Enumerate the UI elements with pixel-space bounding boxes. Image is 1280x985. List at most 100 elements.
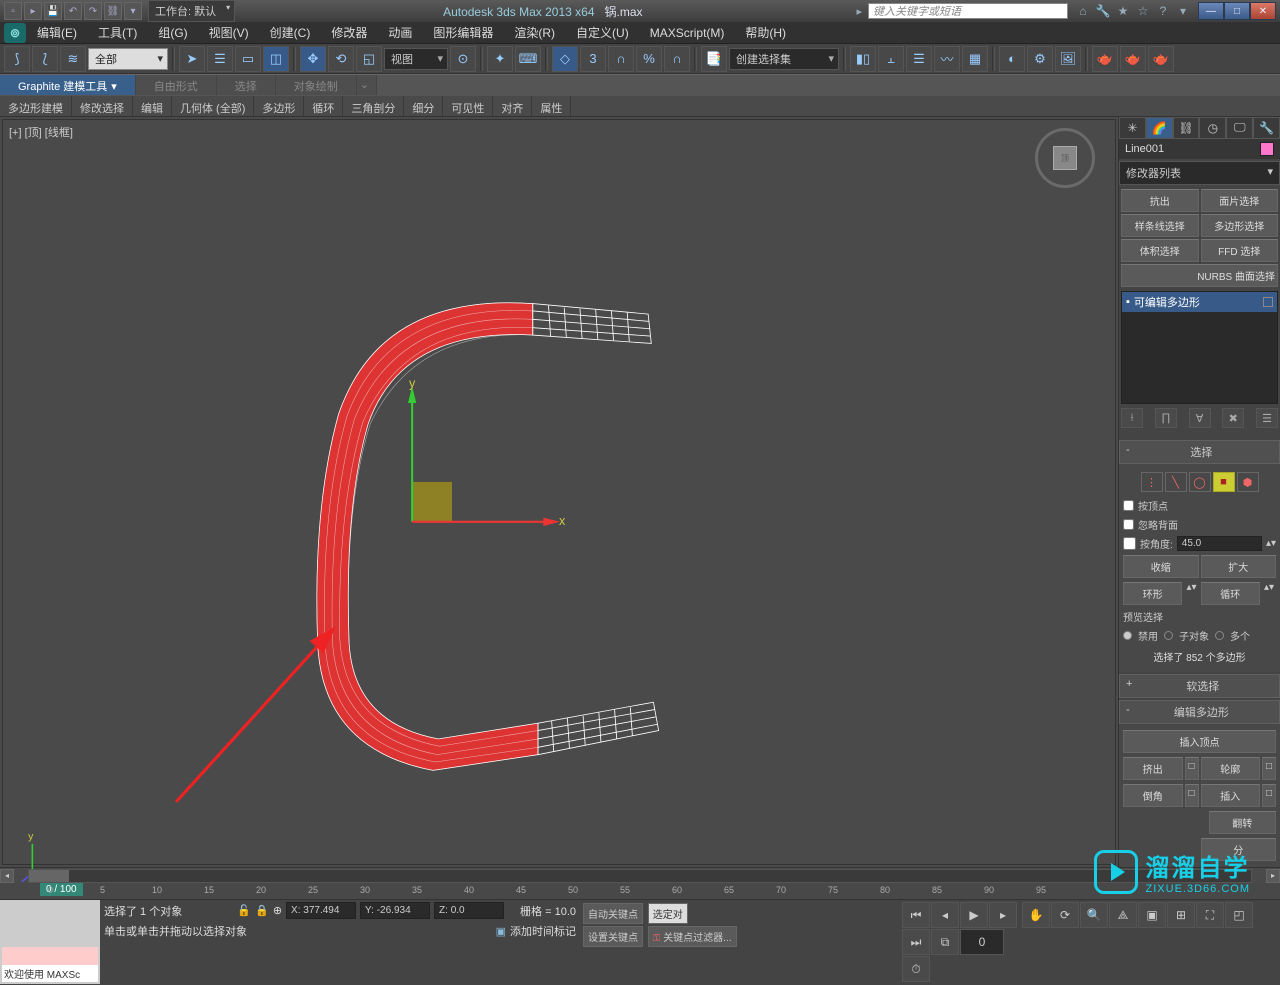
configure-sets-icon[interactable]: ☰	[1256, 408, 1278, 428]
unlink-icon[interactable]: ⟅	[32, 46, 58, 72]
panel-poly-model[interactable]: 多边形建模	[0, 96, 72, 116]
minimize-button[interactable]: —	[1198, 2, 1224, 20]
btn-face-select[interactable]: 面片选择	[1201, 189, 1279, 212]
maximize-button[interactable]: □	[1224, 2, 1250, 20]
object-color-swatch[interactable]	[1260, 142, 1274, 156]
search-input[interactable]: 键入关键字或短语	[868, 3, 1068, 19]
bind-space-warp-icon[interactable]: ≋	[60, 46, 86, 72]
btn-outline[interactable]: 轮廓	[1201, 757, 1261, 780]
close-button[interactable]: ✕	[1250, 2, 1276, 20]
scale-icon[interactable]: ◱	[356, 46, 382, 72]
time-slider-scroll[interactable]: ◂ ▸	[0, 867, 1280, 883]
radio-disable[interactable]	[1123, 631, 1132, 640]
btn-ring[interactable]: 环形	[1123, 582, 1182, 605]
selection-filter-dropdown[interactable]: 全部	[88, 48, 168, 70]
time-config-icon[interactable]: ⏱	[902, 956, 930, 982]
key-mode-icon[interactable]: ⧉	[931, 929, 959, 955]
rect-select-icon[interactable]: ▭	[235, 46, 261, 72]
subobj-element-icon[interactable]: ⬢	[1237, 472, 1259, 492]
btn-shrink[interactable]: 收缩	[1123, 555, 1199, 578]
menu-customize[interactable]: 自定义(U)	[566, 21, 639, 44]
btn-bevel[interactable]: 倒角	[1123, 784, 1183, 807]
align-icon[interactable]: ⫠	[878, 46, 904, 72]
maxscript-listener[interactable]: 欢迎使用 MAXSc	[0, 900, 100, 984]
select-by-name-icon[interactable]: ☰	[207, 46, 233, 72]
tab-object-paint[interactable]: 对象绘制	[276, 75, 357, 95]
tab-modify-icon[interactable]: 🌈	[1146, 117, 1173, 139]
expand-icon[interactable]: ▪	[1126, 296, 1130, 308]
tab-motion-icon[interactable]: ◷	[1199, 117, 1226, 139]
qat-new-icon[interactable]: ▫	[4, 2, 22, 20]
radio-subobj[interactable]	[1164, 631, 1173, 640]
tab-graphite[interactable]: Graphite 建模工具▾	[0, 75, 136, 95]
time-tag-icon[interactable]: ▣	[496, 925, 506, 938]
btn-poly-select[interactable]: 多边形选择	[1201, 214, 1279, 237]
btn-inset[interactable]: 插入	[1201, 784, 1261, 807]
help-icon[interactable]: ?	[1154, 2, 1172, 20]
qat-open-icon[interactable]: ▸	[24, 2, 42, 20]
subobj-polygon-icon[interactable]: ■	[1213, 472, 1235, 492]
panel-properties[interactable]: 属性	[532, 96, 571, 116]
window-crossing-icon[interactable]: ◫	[263, 46, 289, 72]
menu-modifiers[interactable]: 修改器	[321, 21, 377, 44]
menu-graph-editors[interactable]: 图形编辑器	[423, 21, 503, 44]
render-setup-icon[interactable]: ⚙	[1027, 46, 1053, 72]
tab-create-icon[interactable]: ✳	[1119, 117, 1146, 139]
chevron-down-icon[interactable]: ▾	[1174, 2, 1192, 20]
star-icon[interactable]: ★	[1114, 2, 1132, 20]
layer-manager-icon[interactable]: ☰	[906, 46, 932, 72]
tab-display-icon[interactable]: 🖵	[1226, 117, 1253, 139]
menu-create[interactable]: 创建(C)	[260, 21, 321, 44]
key-icon[interactable]: 🔧	[1094, 2, 1112, 20]
zoom-all-icon[interactable]: ⊞	[1167, 902, 1195, 928]
max-toggle-icon[interactable]: ⛶	[1196, 902, 1224, 928]
named-selection-icon[interactable]: 📑	[701, 46, 727, 72]
viewport-top[interactable]: [+] [顶] [线框] 顶	[2, 119, 1116, 865]
mirror-icon[interactable]: ▮▯	[850, 46, 876, 72]
time-slider-thumb[interactable]	[29, 870, 69, 882]
qat-more-icon[interactable]: ▾	[124, 2, 142, 20]
edged-faces-icon[interactable]: ∩	[664, 46, 690, 72]
rollout-soft-selection-header[interactable]: +软选择	[1119, 674, 1280, 698]
select-object-icon[interactable]: ➤	[179, 46, 205, 72]
percent-snap-icon[interactable]: ∩	[608, 46, 634, 72]
stack-item-editable-poly[interactable]: ▪ 可编辑多边形	[1122, 292, 1277, 312]
angle-snap-icon[interactable]: 3	[580, 46, 606, 72]
menu-help[interactable]: 帮助(H)	[735, 21, 796, 44]
menu-tools[interactable]: 工具(T)	[88, 21, 147, 44]
rollout-selection-header[interactable]: -选择	[1119, 440, 1280, 464]
radio-multi[interactable]	[1215, 631, 1224, 640]
tab-freeform[interactable]: 自由形式	[136, 75, 217, 95]
btn-grow[interactable]: 扩大	[1201, 555, 1277, 578]
use-center-icon[interactable]: ⊙	[450, 46, 476, 72]
snap-toggle-icon[interactable]: ◇	[552, 46, 578, 72]
btn-nurbs-select[interactable]: NURBS 曲面选择	[1121, 264, 1278, 287]
tab-hierarchy-icon[interactable]: ⛓	[1173, 117, 1200, 139]
subobj-edge-icon[interactable]: ╲	[1165, 472, 1187, 492]
render-last-icon[interactable]: 🫖	[1148, 46, 1174, 72]
rotate-icon[interactable]: ⟲	[328, 46, 354, 72]
tab-utilities-icon[interactable]: 🔧	[1253, 117, 1280, 139]
menu-animation[interactable]: 动画	[378, 21, 422, 44]
star2-icon[interactable]: ☆	[1134, 2, 1152, 20]
material-editor-icon[interactable]: ◐	[999, 46, 1025, 72]
modifier-list-dropdown[interactable]: 修改器列表	[1119, 161, 1280, 185]
panel-visibility[interactable]: 可见性	[443, 96, 493, 116]
gizmo-plane[interactable]	[412, 482, 452, 522]
menu-rendering[interactable]: 渲染(R)	[504, 21, 565, 44]
render-iterative-icon[interactable]: 🫖	[1120, 46, 1146, 72]
frame-indicator[interactable]: 0 / 100	[40, 883, 83, 896]
select-link-icon[interactable]: ⟆	[4, 46, 30, 72]
btn-bevel-settings[interactable]: □	[1185, 784, 1199, 807]
zoom-extents-icon[interactable]: ▣	[1138, 902, 1166, 928]
panel-geom-all[interactable]: 几何体 (全部)	[172, 96, 254, 116]
btn-spline-select[interactable]: 样条线选择	[1121, 214, 1199, 237]
btn-inset-settings[interactable]: □	[1262, 784, 1276, 807]
render-production-icon[interactable]: 🫖	[1092, 46, 1118, 72]
btn-ffd-select[interactable]: FFD 选择	[1201, 239, 1279, 262]
infocenter-dropdown-icon[interactable]: ▸	[850, 5, 868, 18]
panel-edit[interactable]: 编辑	[133, 96, 172, 116]
scroll-right-icon[interactable]: ▸	[1266, 869, 1280, 883]
tab-selection[interactable]: 选择	[217, 75, 276, 95]
menu-group[interactable]: 组(G)	[148, 21, 197, 44]
